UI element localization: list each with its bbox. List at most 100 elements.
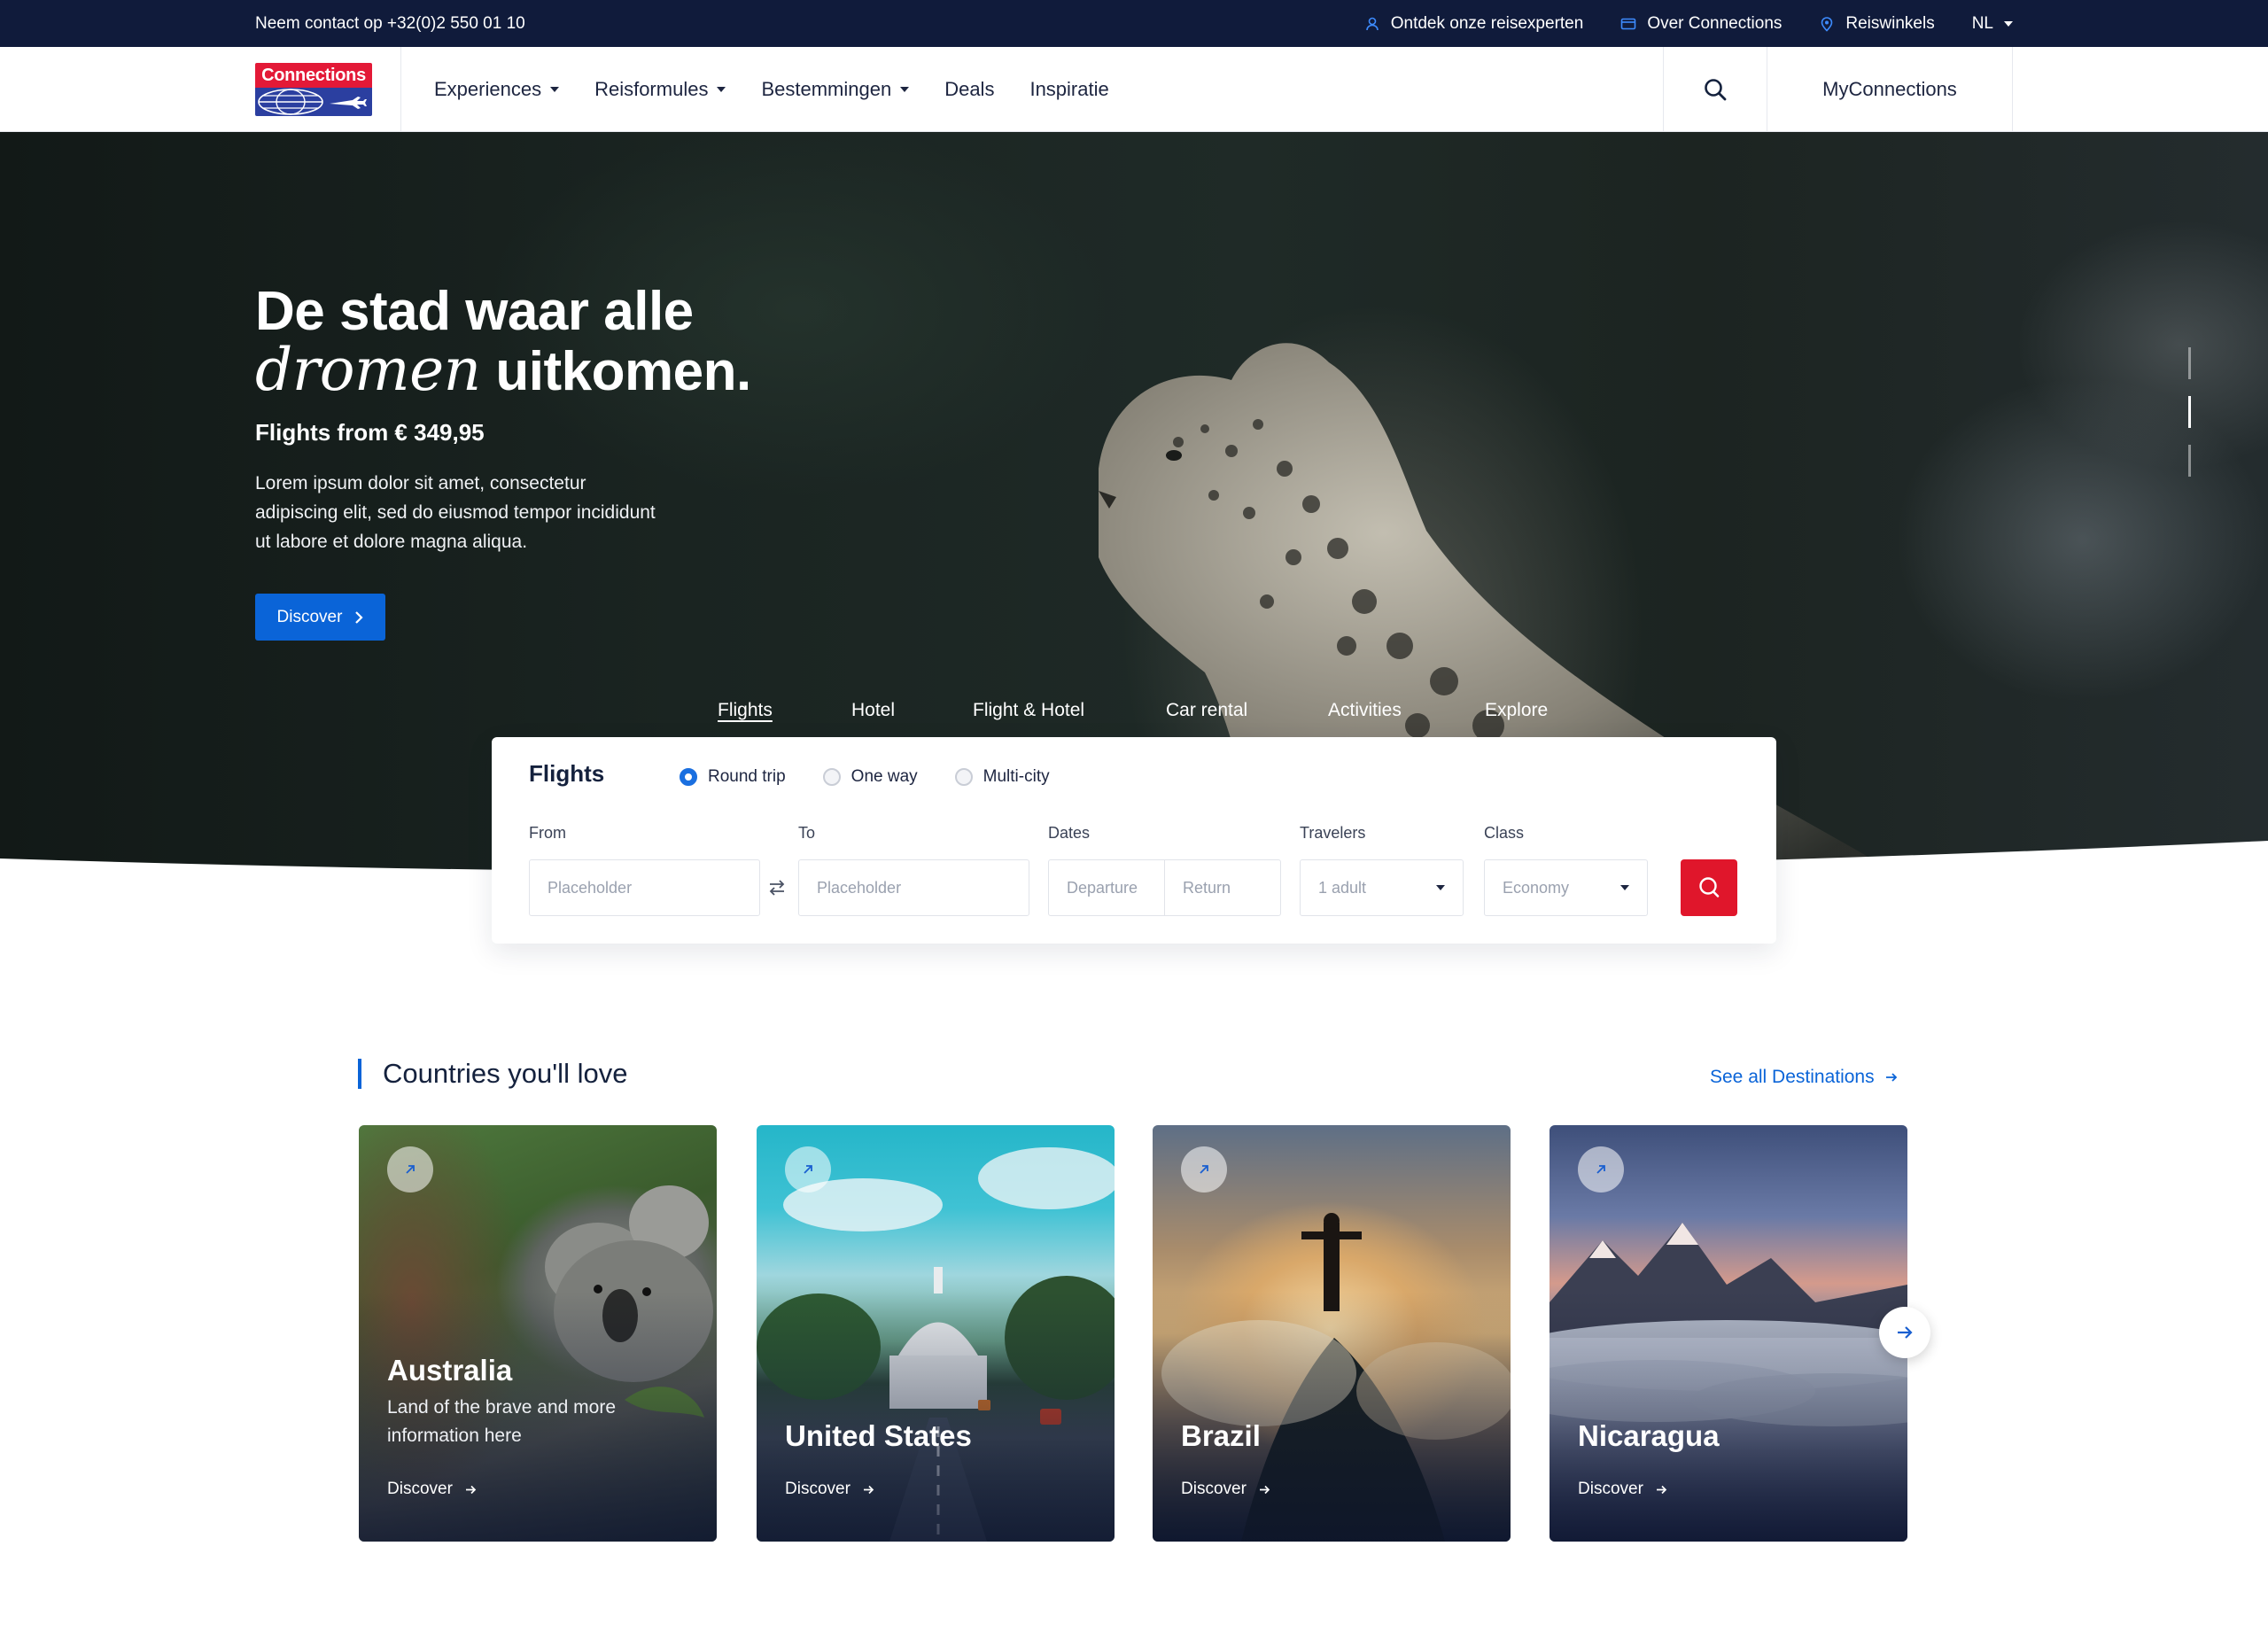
language-selector[interactable]: NL bbox=[1972, 14, 2013, 34]
menu-item-label: Deals bbox=[944, 78, 995, 100]
card-discover-link[interactable]: Discover bbox=[1181, 1480, 1270, 1499]
my-connections-link[interactable]: MyConnections bbox=[1767, 47, 2013, 132]
nav-search-button[interactable] bbox=[1663, 47, 1767, 132]
tab-car-rental[interactable]: Car rental bbox=[1166, 700, 1247, 721]
menu-item-label: Inspiratie bbox=[1029, 78, 1109, 100]
tab-explore[interactable]: Explore bbox=[1485, 700, 1548, 721]
class-select[interactable]: Economy bbox=[1484, 859, 1648, 916]
carousel-next-button[interactable] bbox=[1879, 1307, 1930, 1358]
toplink-label: Over Connections bbox=[1647, 13, 1783, 33]
to-label: To bbox=[798, 824, 816, 842]
card-arrow-badge bbox=[387, 1146, 433, 1193]
arrow-right-icon bbox=[465, 1485, 477, 1494]
chevron-down-icon bbox=[1436, 885, 1445, 890]
card-country-name: Brazil bbox=[1181, 1419, 1261, 1452]
chevron-right-icon bbox=[355, 610, 364, 624]
arrow-up-right-icon bbox=[1596, 1165, 1605, 1174]
radio-multi-city[interactable]: Multi-city bbox=[954, 767, 1050, 787]
return-input[interactable]: Return bbox=[1164, 860, 1280, 915]
chevron-down-icon bbox=[1620, 885, 1629, 890]
slider-indicator[interactable] bbox=[2188, 347, 2191, 379]
location-pin-icon bbox=[1821, 16, 1833, 32]
dates-label: Dates bbox=[1048, 824, 1091, 842]
arrow-right-icon bbox=[1885, 1073, 1897, 1082]
arrow-right-icon bbox=[863, 1485, 874, 1494]
tab-flights[interactable]: Flights bbox=[718, 700, 773, 721]
card-country-name: United States bbox=[785, 1419, 972, 1452]
arrow-right-icon bbox=[1259, 1485, 1270, 1494]
travelers-label: Travelers bbox=[1300, 824, 1366, 842]
arrow-up-right-icon bbox=[406, 1165, 415, 1174]
search-icon bbox=[1705, 79, 1727, 101]
card-arrow-badge bbox=[1578, 1146, 1624, 1193]
tab-hotel[interactable]: Hotel bbox=[851, 700, 895, 721]
card-discover-label: Discover bbox=[387, 1480, 453, 1498]
search-submit-button[interactable] bbox=[1681, 859, 1737, 916]
from-input[interactable]: Placeholder bbox=[529, 859, 760, 916]
chevron-down-icon bbox=[550, 87, 560, 92]
menu-item-bestemmingen[interactable]: Bestemmingen bbox=[761, 78, 910, 101]
menu-item-reisformules[interactable]: Reisformules bbox=[594, 78, 726, 101]
swap-icon[interactable] bbox=[766, 877, 788, 898]
tab-flight-hotel[interactable]: Flight & Hotel bbox=[973, 700, 1084, 721]
main-menu: Experiences Reisformules Bestemmingen De… bbox=[434, 47, 1109, 132]
panel-title: Flights bbox=[529, 760, 605, 787]
menu-item-deals[interactable]: Deals bbox=[944, 78, 994, 101]
card-shade bbox=[757, 1292, 1115, 1542]
travelers-value: 1 adult bbox=[1318, 878, 1367, 897]
class-value: Economy bbox=[1503, 878, 1570, 897]
dates-input: Departure Return bbox=[1048, 859, 1281, 916]
hero-title-line1: De stad waar alle bbox=[255, 281, 694, 342]
language-label: NL bbox=[1971, 13, 1993, 33]
country-card-nicaragua[interactable]: Nicaragua Discover bbox=[1550, 1125, 1907, 1542]
card-shade bbox=[1153, 1292, 1511, 1542]
toplink-experts[interactable]: Ontdek onze reisexperten bbox=[1364, 13, 1584, 34]
departure-input[interactable]: Departure bbox=[1049, 860, 1164, 915]
countries-section-title: Countries you'll love bbox=[383, 1058, 628, 1089]
card-discover-label: Discover bbox=[1181, 1480, 1247, 1498]
card-discover-link[interactable]: Discover bbox=[1578, 1480, 1667, 1499]
country-card-brazil[interactable]: Brazil Discover bbox=[1153, 1125, 1511, 1542]
toplink-shops[interactable]: Reiswinkels bbox=[1819, 13, 1935, 34]
class-label: Class bbox=[1484, 824, 1525, 842]
menu-item-label: Experiences bbox=[434, 78, 542, 100]
slider-indicator[interactable] bbox=[2188, 445, 2191, 477]
search-icon bbox=[1699, 877, 1720, 897]
card-discover-link[interactable]: Discover bbox=[785, 1480, 874, 1499]
hero-title: De stad waar alle dromen uitkomen. bbox=[255, 283, 751, 401]
country-card-united-states[interactable]: United States Discover bbox=[757, 1125, 1115, 1542]
from-label: From bbox=[529, 824, 566, 842]
hero-discover-button[interactable]: Discover bbox=[255, 594, 385, 641]
menu-item-experiences[interactable]: Experiences bbox=[434, 78, 560, 101]
hero-price: Flights from € 349,95 bbox=[255, 419, 485, 446]
trip-type-options: Round trip One way Multi-city bbox=[680, 767, 1050, 787]
toplink-label: Reiswinkels bbox=[1845, 13, 1935, 33]
arrow-up-right-icon bbox=[1200, 1165, 1208, 1174]
travelers-select[interactable]: 1 adult bbox=[1300, 859, 1464, 916]
menu-item-inspiratie[interactable]: Inspiratie bbox=[1029, 78, 1108, 101]
card-arrow-badge bbox=[1181, 1146, 1227, 1193]
card-arrow-badge bbox=[785, 1146, 831, 1193]
radio-dot bbox=[680, 768, 697, 786]
slider-indicator-active[interactable] bbox=[2188, 396, 2191, 428]
card-discover-link[interactable]: Discover bbox=[387, 1480, 477, 1499]
toplink-about[interactable]: Over Connections bbox=[1620, 14, 1782, 34]
nav-divider bbox=[400, 47, 401, 132]
hero-title-rest: uitkomen. bbox=[480, 341, 751, 402]
country-card-australia[interactable]: Australia Land of the brave and more inf… bbox=[359, 1125, 717, 1542]
see-all-destinations-link[interactable]: See all Destinations bbox=[1710, 1067, 1898, 1088]
contact-phone[interactable]: Neem contact op +32(0)2 550 01 10 bbox=[255, 14, 525, 34]
logo-globe-plane-icon bbox=[255, 88, 372, 116]
menu-item-label: Reisformules bbox=[594, 78, 709, 100]
card-country-name: Nicaragua bbox=[1578, 1419, 1720, 1452]
toplink-label: Ontdek onze reisexperten bbox=[1390, 13, 1584, 33]
see-all-label: See all Destinations bbox=[1710, 1067, 1875, 1087]
arrow-up-right-icon bbox=[804, 1165, 812, 1174]
radio-one-way[interactable]: One way bbox=[822, 767, 918, 787]
connections-logo[interactable]: Connections bbox=[255, 63, 372, 116]
to-input[interactable]: Placeholder bbox=[798, 859, 1029, 916]
tab-activities[interactable]: Activities bbox=[1328, 700, 1402, 721]
hero-title-script: dromen bbox=[255, 336, 481, 404]
radio-round-trip[interactable]: Round trip bbox=[680, 767, 786, 787]
radio-label: Multi-city bbox=[983, 767, 1050, 786]
